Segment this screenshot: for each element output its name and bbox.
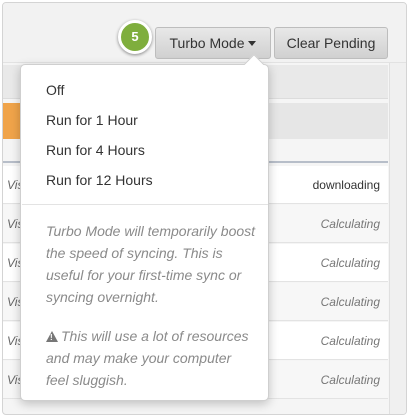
clear-pending-button[interactable]: Clear Pending <box>274 27 388 59</box>
menu-divider <box>22 204 268 205</box>
warning-triangle-icon <box>46 331 58 342</box>
menu-item-4-hours[interactable]: Run for 4 Hours <box>22 135 268 165</box>
turbo-warning-text: This will use a lot of resources and may… <box>46 328 249 388</box>
toolbar: Turbo Mode Clear Pending <box>3 3 406 63</box>
step-number-badge: 5 <box>118 20 152 54</box>
row-status: Calculating <box>320 256 380 270</box>
turbo-mode-label: Turbo Mode <box>169 35 245 51</box>
menu-item-off[interactable]: Off <box>22 75 268 105</box>
scrollbar[interactable] <box>389 63 406 414</box>
turbo-info-text: Turbo Mode will temporarily boost the sp… <box>46 223 256 305</box>
menu-item-1-hour[interactable]: Run for 1 Hour <box>22 105 268 135</box>
menu-item-12-hours[interactable]: Run for 12 Hours <box>22 165 268 195</box>
row-status: Calculating <box>320 373 380 387</box>
turbo-mode-menu: Off Run for 1 Hour Run for 4 Hours Run f… <box>20 54 269 401</box>
turbo-warning: This will use a lot of resources and may… <box>46 325 256 391</box>
caret-down-icon <box>248 40 257 46</box>
row-status: Calculating <box>320 217 380 231</box>
row-status: Calculating <box>320 295 380 309</box>
row-status: Calculating <box>320 334 380 348</box>
row-status: downloading <box>312 178 380 192</box>
